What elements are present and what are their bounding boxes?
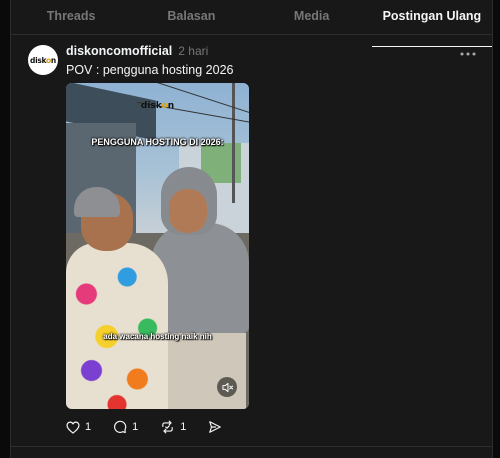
share-button[interactable] bbox=[208, 420, 222, 434]
post-time[interactable]: 2 hari bbox=[178, 44, 208, 58]
speaker-muted-icon bbox=[221, 382, 233, 392]
reply-button[interactable]: 1 bbox=[113, 420, 138, 434]
avatar[interactable]: diskon bbox=[28, 45, 58, 75]
video-person-right bbox=[166, 333, 246, 409]
video-watermark-logo: diskon bbox=[66, 101, 249, 111]
video-subtitle-overlay: ada wacana hosting naik nih bbox=[103, 332, 212, 341]
send-icon bbox=[209, 421, 222, 433]
video-logo-part-end: n bbox=[167, 101, 175, 111]
reply-count: 1 bbox=[132, 421, 139, 433]
tab-postingan-ulang[interactable]: Postingan Ulang bbox=[371, 10, 493, 47]
video-title-overlay: PENGGUNA HOSTING DI 2026: bbox=[91, 137, 224, 147]
tab-media[interactable]: Media bbox=[252, 10, 372, 34]
ellipsis-icon bbox=[460, 52, 476, 56]
post-header: diskoncomofficial 2 hari bbox=[66, 44, 208, 58]
video-person-right bbox=[169, 189, 207, 233]
like-button[interactable]: 1 bbox=[66, 421, 91, 434]
more-options-button[interactable] bbox=[460, 43, 476, 59]
heart-icon bbox=[66, 421, 80, 434]
profile-feed-panel: Threads Balasan Media Postingan Ulang di… bbox=[10, 0, 493, 458]
profile-tabs: Threads Balasan Media Postingan Ulang bbox=[11, 0, 493, 47]
tab-balasan[interactable]: Balasan bbox=[131, 10, 251, 34]
repost-count: 1 bbox=[180, 421, 187, 433]
avatar-logo-part-end: n bbox=[50, 55, 56, 65]
divider bbox=[11, 446, 492, 447]
like-count: 1 bbox=[85, 421, 92, 433]
username-link[interactable]: diskoncomofficial bbox=[66, 44, 172, 58]
avatar-logo-part: disk bbox=[30, 55, 47, 65]
avatar-logo: diskon bbox=[30, 56, 56, 65]
repost-icon bbox=[162, 420, 173, 434]
video-person-left bbox=[66, 243, 168, 409]
comment-icon bbox=[114, 420, 127, 434]
post-actions: 1 1 1 bbox=[66, 420, 244, 434]
repost-button[interactable]: 1 bbox=[160, 420, 186, 434]
post-caption: POV : pengguna hosting 2026 bbox=[66, 63, 234, 77]
video-player[interactable]: diskon PENGGUNA HOSTING DI 2026: ada wac… bbox=[66, 83, 249, 409]
mute-button[interactable] bbox=[217, 377, 237, 397]
tab-threads[interactable]: Threads bbox=[11, 10, 131, 34]
video-logo-part: disk bbox=[140, 101, 162, 111]
